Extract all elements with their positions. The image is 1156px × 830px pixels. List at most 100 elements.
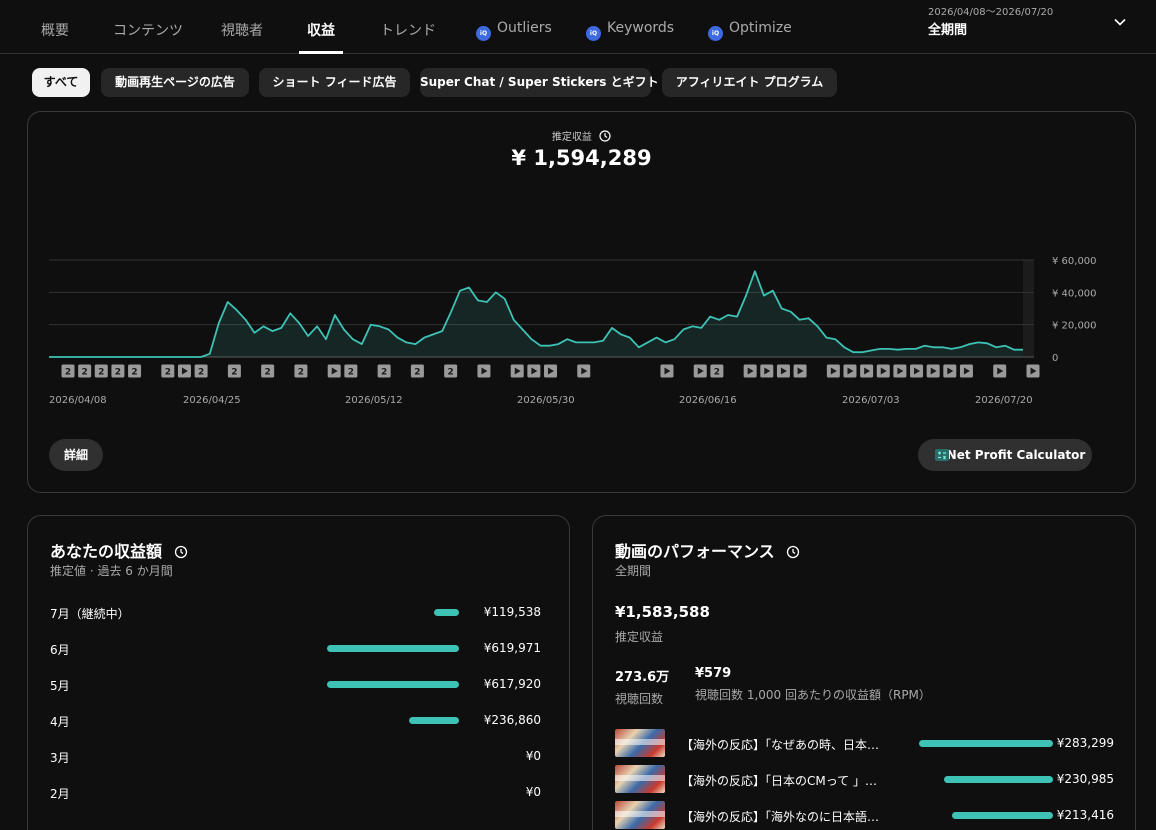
chevron-down-icon[interactable] (1112, 14, 1128, 30)
month-revenue-row: 6月 ¥619,971 (50, 639, 550, 659)
video-title[interactable]: 【海外の反応】「海外なのに日本語… (681, 808, 879, 825)
revenue-area (49, 271, 1023, 357)
revenue-chart-card: 推定収益 ¥ 1,594,289 222222222222222 ¥ 60,00… (27, 111, 1136, 493)
tab-optimize[interactable]: iQ Optimize (708, 20, 792, 54)
your-revenue-subtitle: 推定値 · 過去 6 か月間 (50, 564, 173, 578)
period-selector[interactable]: 2026/04/08〜2026/07/20 全期間 (928, 3, 1053, 38)
video-performance-card: 動画のパフォーマンス 全期間 ¥1,583,588 推定収益 273.6万 視聴… (592, 515, 1136, 830)
tab-content[interactable]: コンテンツ (113, 20, 183, 54)
chip-label: アフィリエイト プログラム (675, 75, 824, 89)
video-thumbnail[interactable] (615, 729, 665, 757)
tab-label: Keywords (607, 20, 675, 36)
chip-label: 動画再生ページの広告 (115, 75, 235, 89)
revenue-chart[interactable]: 222222222222222 ¥ 60,000¥ 40,000¥ 20,000… (28, 112, 1137, 494)
top-video-row[interactable]: 【海外の反応】「なぜあの時、日本… ¥283,299 (615, 729, 1125, 757)
top-video-row[interactable]: 【海外の反応】「海外なのに日本語… ¥213,416 (615, 801, 1125, 829)
month-revenue-value: ¥617,920 (483, 677, 541, 691)
x-tick-label: 2026/04/08 (49, 395, 107, 406)
tab-label: トレンド (380, 23, 436, 39)
net-profit-calculator-label: Net Profit Calculator (946, 448, 1086, 462)
tab-keywords[interactable]: iQ Keywords (586, 20, 674, 54)
period-label: 全期間 (928, 23, 968, 38)
y-tick-label: ¥ 20,000 (1052, 321, 1097, 332)
month-label: 3月 (50, 751, 70, 765)
marker-count: 2 (298, 368, 304, 378)
month-revenue-value: ¥119,538 (483, 605, 541, 619)
net-profit-calculator-button[interactable]: Net Profit Calculator (918, 439, 1092, 471)
video-performance-subtitle: 全期間 (615, 564, 652, 578)
your-revenue-card: あなたの収益額 推定値 · 過去 6 か月間 7月（継続中） ¥119,538 6月… (27, 515, 570, 830)
tab-trends[interactable]: トレンド (380, 20, 436, 54)
video-revenue-value: ¥283,299 (1056, 736, 1114, 750)
marker-count: 2 (198, 368, 204, 378)
month-revenue-row: 2月 ¥0 (50, 783, 550, 803)
month-revenue-value: ¥619,971 (483, 641, 541, 655)
top-video-row[interactable]: 【海外の反応】「日本のCMって 」… ¥230,985 (615, 765, 1125, 793)
clock-icon[interactable] (174, 545, 188, 559)
tab-label: 視聴者 (221, 23, 263, 39)
month-revenue-row: 7月（継続中） ¥119,538 (50, 603, 550, 623)
chip-watch-page-ads[interactable]: 動画再生ページの広告 (101, 68, 249, 97)
chip-label: ショート フィード広告 (272, 75, 397, 89)
x-tick-label: 2026/06/16 (679, 395, 737, 406)
month-revenue-value: ¥0 (525, 785, 541, 799)
tab-overview[interactable]: 概要 (41, 20, 69, 54)
marker-count: 2 (98, 368, 104, 378)
chip-affiliate[interactable]: アフィリエイト プログラム (662, 68, 837, 97)
period-range: 2026/04/08〜2026/07/20 (928, 7, 1054, 18)
x-tick-label: 2026/05/12 (345, 395, 403, 406)
chip-label: Super Chat / Super Stickers とギフト (420, 75, 659, 89)
x-tick-label: 2026/05/30 (517, 395, 575, 406)
video-title[interactable]: 【海外の反応】「日本のCMって 」… (681, 772, 877, 789)
clock-icon[interactable] (786, 545, 800, 559)
marker-count: 2 (131, 368, 137, 378)
marker-count: 2 (65, 368, 71, 378)
video-performance-title-text: 動画のパフォーマンス (615, 542, 775, 561)
views-value: 273.6万 (615, 670, 670, 685)
tab-label: Outliers (497, 20, 552, 36)
your-revenue-title-text: あなたの収益額 (50, 542, 163, 561)
chip-super-chat[interactable]: Super Chat / Super Stickers とギフト (420, 68, 659, 97)
tab-label: コンテンツ (113, 23, 183, 39)
month-revenue-row: 3月 ¥0 (50, 747, 550, 767)
marker-count: 2 (348, 368, 354, 378)
detail-button[interactable]: 詳細 (49, 439, 103, 471)
marker-count: 2 (165, 368, 171, 378)
performance-revenue-value: ¥1,583,588 (615, 603, 710, 621)
video-title[interactable]: 【海外の反応】「なぜあの時、日本… (681, 736, 879, 753)
tab-label: Optimize (729, 20, 792, 36)
calculator-icon (935, 449, 949, 461)
month-label: 5月 (50, 679, 70, 693)
video-thumbnail[interactable] (615, 801, 665, 829)
month-revenue-value: ¥0 (525, 749, 541, 763)
chip-shorts-feed-ads[interactable]: ショート フィード広告 (259, 68, 410, 97)
y-tick-label: ¥ 40,000 (1052, 288, 1097, 299)
marker-count: 2 (82, 368, 88, 378)
month-revenue-bar (327, 645, 459, 652)
month-revenue-row: 5月 ¥617,920 (50, 675, 550, 695)
tab-audience[interactable]: 視聴者 (221, 20, 263, 54)
marker-count: 2 (714, 368, 720, 378)
detail-button-label: 詳細 (63, 448, 88, 462)
vidiq-icon: iQ (586, 26, 601, 41)
x-tick-label: 2026/07/20 (975, 395, 1033, 406)
month-revenue-bar (408, 717, 459, 724)
tab-label: 概要 (41, 23, 69, 39)
video-revenue-bar (919, 740, 1053, 747)
tab-revenue[interactable]: 収益 (299, 20, 343, 54)
tab-label: 収益 (307, 23, 335, 39)
month-label: 4月 (50, 715, 70, 729)
marker-count: 2 (448, 368, 454, 378)
marker-count: 2 (231, 368, 237, 378)
tab-outliers[interactable]: iQ Outliers (476, 20, 552, 54)
video-performance-title: 動画のパフォーマンス (615, 538, 800, 562)
x-tick-label: 2026/07/03 (842, 395, 900, 406)
month-label: 6月 (50, 643, 70, 657)
marker-count: 2 (414, 368, 420, 378)
chip-all[interactable]: すべて (32, 68, 90, 97)
vidiq-icon: iQ (476, 26, 491, 41)
video-thumbnail[interactable] (615, 765, 665, 793)
marker-count: 2 (265, 368, 271, 378)
video-revenue-bar (952, 812, 1053, 819)
month-revenue-bar (433, 609, 459, 616)
